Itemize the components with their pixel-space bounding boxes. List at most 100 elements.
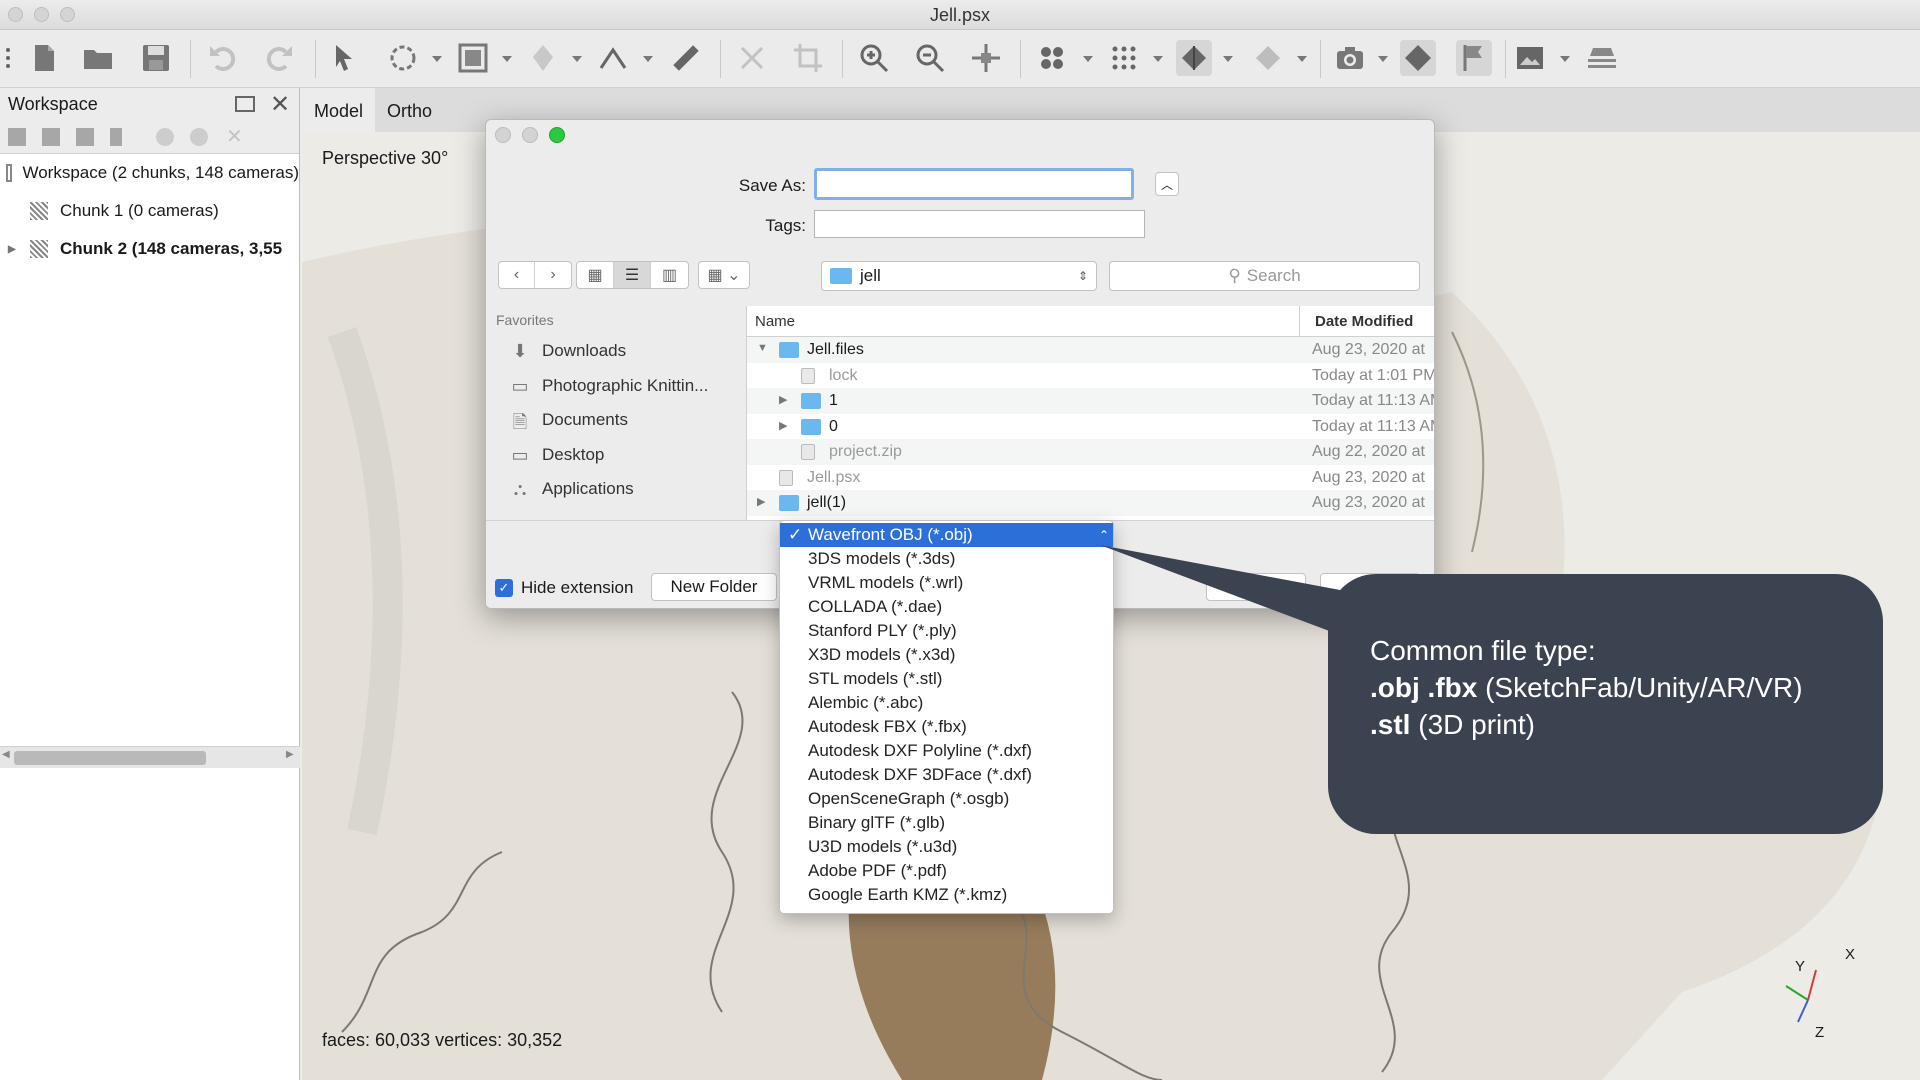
scroll-right-icon[interactable]: ▶ (286, 749, 294, 760)
image-view-icon[interactable] (1512, 40, 1548, 76)
remove-item-icon[interactable]: ✕ (226, 124, 244, 148)
rectangle-selection-icon[interactable] (455, 40, 491, 76)
format-option[interactable]: X3D models (*.x3d) (780, 643, 1113, 667)
column-name[interactable]: Name (755, 313, 795, 330)
delete-selection-icon[interactable] (734, 40, 770, 76)
format-option[interactable]: Autodesk DXF Polyline (*.dxf) (780, 739, 1113, 763)
file-row[interactable]: ▶ jell(1) Aug 23, 2020 at (747, 490, 1434, 516)
tree-item-workspace[interactable]: Workspace (2 chunks, 148 cameras) (0, 154, 299, 192)
dense-cloud-icon[interactable] (1106, 40, 1142, 76)
forward-icon[interactable]: › (535, 262, 571, 288)
close-panel-icon[interactable]: ✕ (270, 90, 290, 119)
tab-model[interactable]: Model (302, 88, 376, 132)
model-shaded-icon[interactable] (1176, 40, 1212, 76)
favorite-photographic-knitting[interactable]: ▭ Photographic Knittin... (486, 369, 746, 404)
list-view-icon[interactable]: ☰ (614, 262, 651, 288)
file-row[interactable]: ▶ 0 Today at 11:13 AM (747, 414, 1434, 440)
icon-view-icon[interactable]: ▦ (577, 262, 614, 288)
format-option[interactable]: 3DS models (*.3ds) (780, 547, 1113, 571)
move-icon[interactable] (968, 40, 1004, 76)
crop-icon[interactable] (790, 40, 826, 76)
tab-ortho[interactable]: Ortho (375, 88, 444, 132)
expand-arrow-icon[interactable]: ▶ (757, 495, 765, 508)
add-marker-icon[interactable] (110, 128, 122, 146)
tree-item-chunk-2[interactable]: ▶ Chunk 2 (148 cameras, 3,55 (0, 230, 299, 268)
file-row[interactable]: ▶ 1 Today at 11:13 AM (747, 388, 1434, 414)
add-chunk-icon[interactable] (8, 128, 26, 146)
mesh-stats: faces: 60,033 vertices: 30,352 (322, 1030, 563, 1050)
polygon-tool-icon[interactable] (525, 40, 561, 76)
new-folder-button[interactable]: New Folder (651, 573, 777, 601)
ruler-icon[interactable] (668, 40, 704, 76)
layers-icon[interactable] (1584, 40, 1620, 76)
expand-arrow-icon[interactable]: ▶ (779, 419, 787, 432)
format-option[interactable]: Autodesk DXF 3DFace (*.dxf) (780, 763, 1113, 787)
add-folder-icon[interactable] (76, 128, 94, 146)
markers-flag-icon[interactable] (1456, 40, 1492, 76)
favorite-desktop[interactable]: ▭ Desktop (486, 438, 746, 473)
save-icon[interactable] (138, 40, 174, 76)
expand-arrow-icon[interactable]: ▶ (779, 393, 787, 406)
new-document-icon[interactable] (26, 40, 62, 76)
shapes-icon[interactable] (1400, 40, 1436, 76)
ruler-angle-icon[interactable] (595, 40, 631, 76)
tree-item-chunk-1[interactable]: Chunk 1 (0 cameras) (0, 192, 299, 230)
close-window-button[interactable] (8, 7, 23, 22)
format-option[interactable]: VRML models (*.wrl) (780, 571, 1113, 595)
file-row[interactable]: Jell.psx Aug 23, 2020 at (747, 465, 1434, 491)
tiled-model-icon[interactable] (1250, 40, 1286, 76)
format-option[interactable]: Google Earth KMZ (*.kmz) (780, 883, 1113, 907)
group-by-menu[interactable]: ▦ ⌄ (698, 261, 750, 289)
format-option[interactable]: OpenSceneGraph (*.osgb) (780, 787, 1113, 811)
horizontal-scrollbar[interactable]: ◀ ▶ (0, 746, 300, 768)
favorite-applications[interactable]: ⛬ Applications (486, 472, 746, 507)
enable-icon[interactable] (156, 128, 174, 146)
collapse-dialog-button[interactable]: ︿ (1155, 172, 1179, 196)
file-row[interactable]: project.zip Aug 22, 2020 at (747, 439, 1434, 465)
camera-icon[interactable] (1332, 40, 1368, 76)
scrollbar-thumb[interactable] (14, 751, 206, 765)
dialog-close-button[interactable] (495, 127, 511, 143)
file-row[interactable]: ▼ Jell.files Aug 23, 2020 at (747, 337, 1434, 363)
disable-icon[interactable] (190, 128, 208, 146)
format-option[interactable]: Binary glTF (*.glb) (780, 811, 1113, 835)
expand-arrow-icon[interactable]: ▶ (8, 244, 30, 255)
column-view-icon[interactable]: ▥ (651, 262, 688, 288)
dialog-zoom-button[interactable] (549, 127, 565, 143)
hide-extension-checkbox[interactable]: ✓ Hide extension (495, 578, 633, 598)
rotate-tool-icon[interactable] (385, 40, 421, 76)
undo-icon[interactable] (204, 40, 240, 76)
undock-panel-icon[interactable] (235, 96, 255, 112)
open-folder-icon[interactable] (80, 40, 116, 76)
add-photos-icon[interactable] (42, 128, 60, 146)
format-option[interactable]: Adobe PDF (*.pdf) (780, 859, 1113, 883)
location-popup[interactable]: jell ⇕ (821, 261, 1097, 291)
point-cloud-icon[interactable] (1034, 40, 1070, 76)
column-date-modified[interactable]: Date Modified (1315, 313, 1413, 330)
select-cursor-icon[interactable] (326, 40, 362, 76)
favorite-documents[interactable]: 🗎 Documents (486, 403, 746, 438)
tags-input[interactable] (814, 210, 1145, 238)
back-icon[interactable]: ‹ (499, 262, 536, 288)
file-format-dropdown[interactable]: ✓ ⌃ Wavefront OBJ (*.obj) 3DS models (*.3ds… (779, 520, 1114, 914)
format-option[interactable]: U3D models (*.u3d) (780, 835, 1113, 859)
dialog-minimize-button[interactable] (522, 127, 538, 143)
file-row[interactable]: lock Today at 1:01 PM (747, 363, 1434, 389)
minimize-window-button[interactable] (34, 7, 49, 22)
zoom-out-icon[interactable] (912, 40, 948, 76)
format-option[interactable]: ✓ ⌃ Wavefront OBJ (*.obj) (780, 523, 1113, 547)
format-option[interactable]: Alembic (*.abc) (780, 691, 1113, 715)
favorite-downloads[interactable]: ⬇ Downloads (486, 334, 746, 369)
zoom-window-button[interactable] (60, 7, 75, 22)
format-option[interactable]: COLLADA (*.dae) (780, 595, 1113, 619)
scroll-left-icon[interactable]: ◀ (2, 749, 10, 760)
collapse-arrow-icon[interactable]: ▼ (757, 342, 768, 354)
format-option[interactable]: Stanford PLY (*.ply) (780, 619, 1113, 643)
redo-icon[interactable] (262, 40, 298, 76)
zoom-in-icon[interactable] (856, 40, 892, 76)
format-option[interactable]: STL models (*.stl) (780, 667, 1113, 691)
save-as-input[interactable] (814, 168, 1134, 200)
group-grid-icon: ▦ ⌄ (707, 267, 741, 284)
search-field[interactable]: ⚲ Search (1109, 261, 1420, 291)
format-option[interactable]: Autodesk FBX (*.fbx) (780, 715, 1113, 739)
